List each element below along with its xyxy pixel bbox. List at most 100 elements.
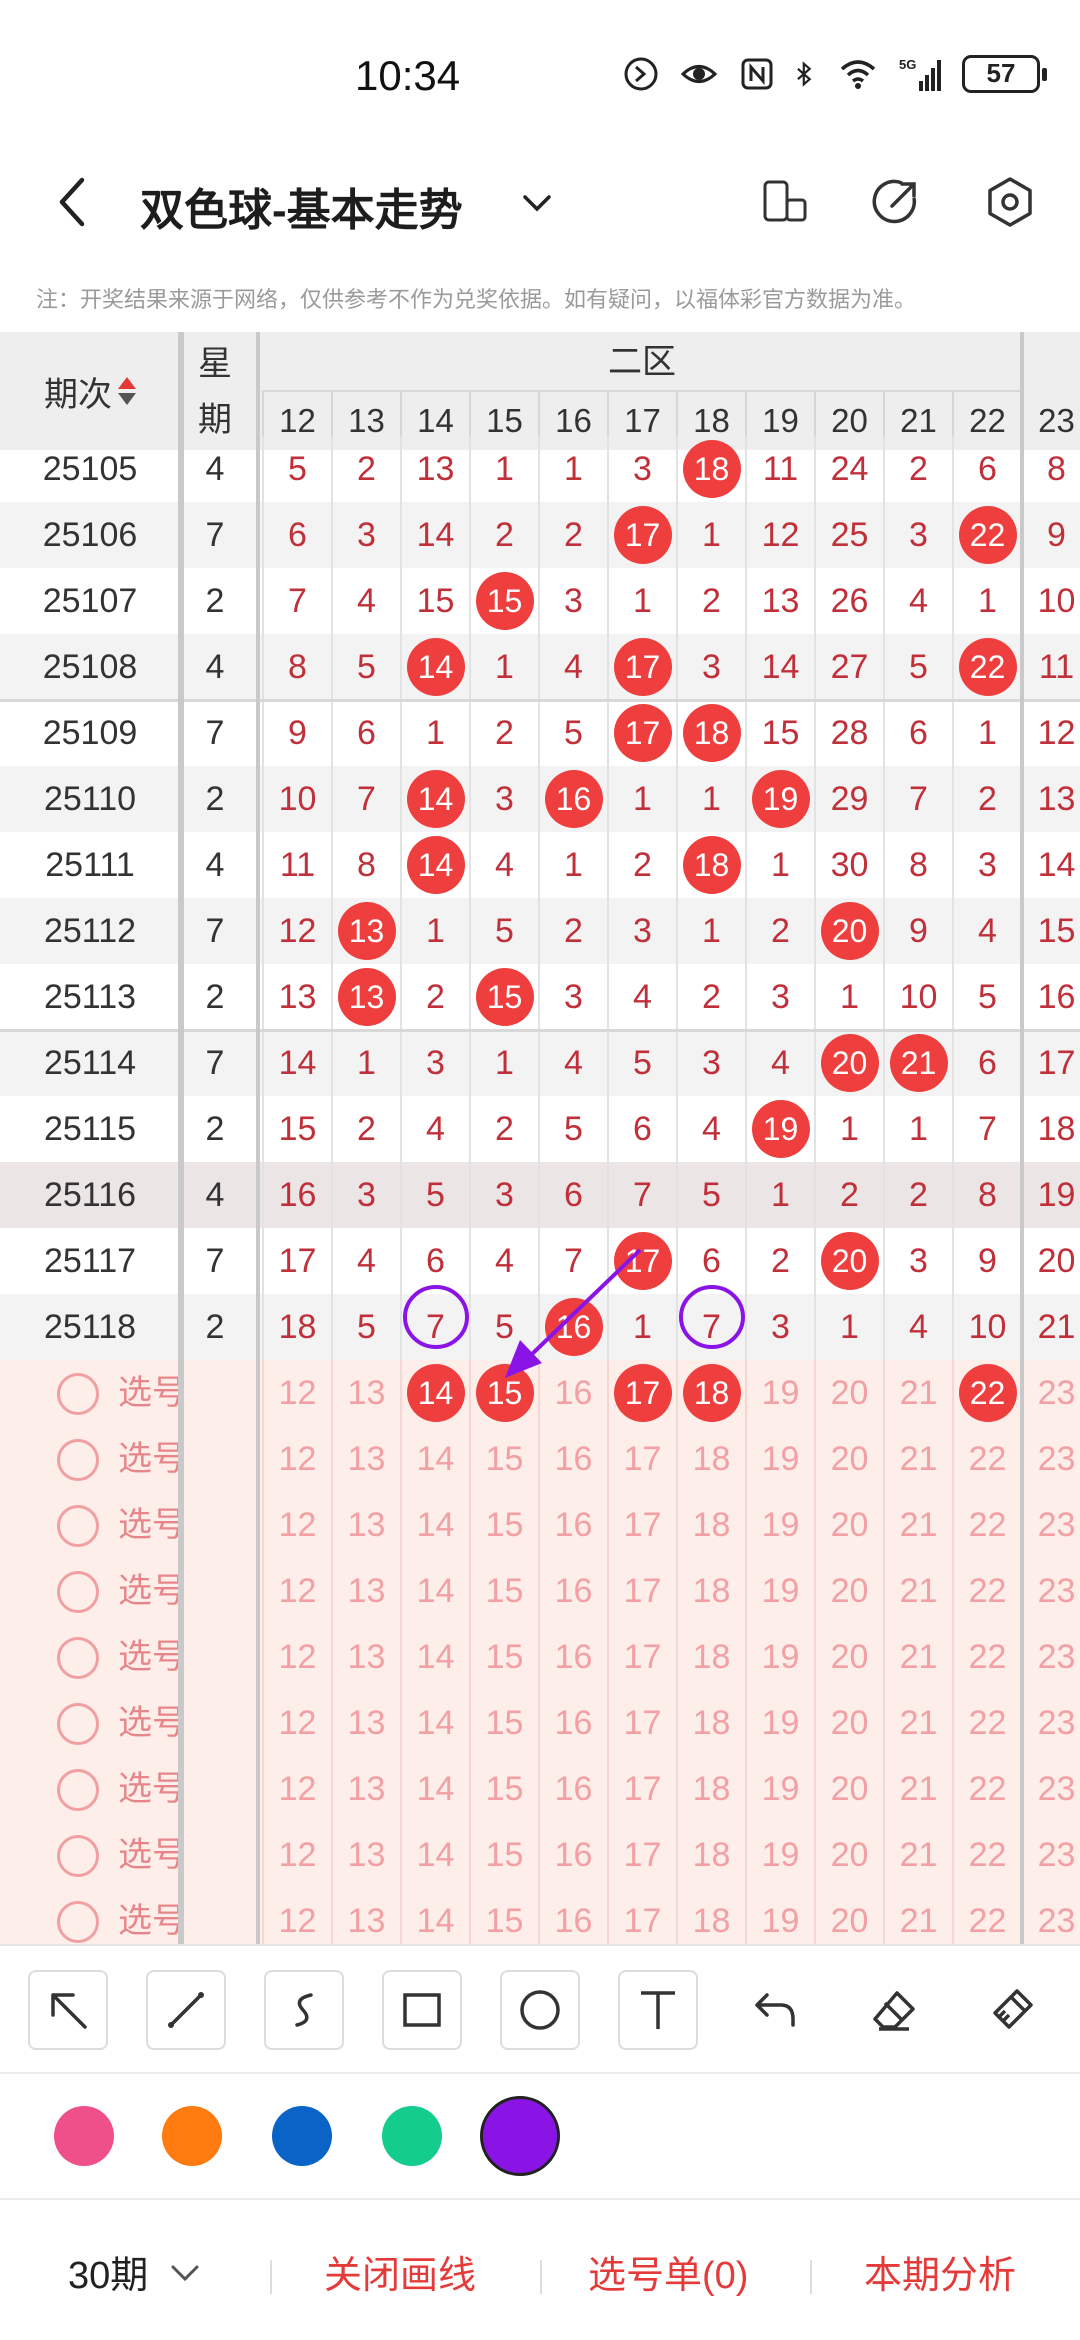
pick-number[interactable]: 22 (952, 1492, 1021, 1558)
table-row[interactable]: 25108 4 8 5 14 1 4 17 3 14 27 5 22 11 (0, 634, 1080, 700)
table-row[interactable]: 25105 4 5 2 13 1 1 3 18 11 24 2 6 8 (0, 436, 1080, 502)
pick-number[interactable]: 23 (1021, 1558, 1080, 1624)
color-swatch[interactable] (272, 2106, 332, 2166)
pick-number[interactable]: 19 (745, 1822, 814, 1888)
pick-number[interactable]: 22 (952, 1426, 1021, 1492)
pick-number[interactable]: 23 (1021, 1888, 1080, 1944)
pick-number[interactable]: 16 (538, 1426, 607, 1492)
pick-label[interactable]: 选号 (118, 1426, 186, 1492)
pick-radio[interactable] (57, 1835, 99, 1877)
pick-radio[interactable] (57, 1505, 99, 1547)
pick-number[interactable]: 15 (469, 1624, 538, 1690)
pick-number[interactable]: 18 (676, 1624, 745, 1690)
pick-number[interactable]: 17 (607, 1822, 676, 1888)
table-row[interactable]: 25117 7 17 4 6 4 7 17 6 2 20 3 9 20 (0, 1228, 1080, 1294)
pick-label[interactable]: 选号 (118, 1822, 186, 1888)
clear-tool[interactable] (972, 1970, 1052, 2050)
circle-tool[interactable] (500, 1970, 580, 2050)
pick-number[interactable]: 21 (883, 1558, 952, 1624)
pick-number[interactable]: 14 (400, 1492, 469, 1558)
text-tool[interactable] (618, 1970, 698, 2050)
pick-number[interactable]: 14 (400, 1624, 469, 1690)
table-row[interactable]: 25114 7 14 1 3 1 4 5 3 4 20 21 6 17 (0, 1030, 1080, 1096)
pick-number[interactable]: 18 (676, 1822, 745, 1888)
pick-number[interactable]: 20 (814, 1624, 883, 1690)
pick-number[interactable]: 16 (538, 1360, 607, 1426)
pick-number[interactable]: 17 (607, 1888, 676, 1944)
pick-number[interactable]: 16 (538, 1690, 607, 1756)
pick-number[interactable]: 15 (469, 1888, 538, 1944)
pick-label[interactable]: 选号 (118, 1492, 186, 1558)
pick-number[interactable]: 23 (1021, 1624, 1080, 1690)
pick-number[interactable]: 21 (883, 1426, 952, 1492)
pick-number[interactable]: 14 (400, 1888, 469, 1944)
pick-number[interactable]: 23 (1021, 1426, 1080, 1492)
pick-number[interactable]: 15 (469, 1756, 538, 1822)
pick-number[interactable]: 14 (400, 1558, 469, 1624)
pick-number[interactable]: 19 (745, 1492, 814, 1558)
pick-number[interactable]: 19 (745, 1888, 814, 1944)
period-analysis-button[interactable]: 本期分析 (864, 2244, 1016, 2299)
pick-number[interactable]: 20 (814, 1426, 883, 1492)
pick-number[interactable]: 13 (331, 1822, 400, 1888)
selected-number-ball[interactable]: 22 (958, 1364, 1017, 1422)
pick-radio[interactable] (57, 1439, 99, 1481)
line-tool[interactable] (146, 1970, 226, 2050)
pick-label[interactable]: 选号 (118, 1624, 186, 1690)
pick-radio[interactable] (57, 1637, 99, 1679)
pick-number[interactable]: 15 (469, 1426, 538, 1492)
selected-number-ball[interactable]: 15 (475, 1364, 534, 1422)
pick-number[interactable]: 13 (331, 1756, 400, 1822)
pick-number[interactable]: 14 (400, 1426, 469, 1492)
pick-number[interactable]: 21 (883, 1624, 952, 1690)
color-swatch[interactable] (54, 2106, 114, 2166)
pick-number[interactable]: 21 (883, 1360, 952, 1426)
chevron-down-icon[interactable] (518, 184, 556, 222)
pick-number[interactable]: 16 (538, 1888, 607, 1944)
pick-number[interactable]: 15 (469, 1690, 538, 1756)
pick-number[interactable]: 13 (331, 1888, 400, 1944)
rect-tool[interactable] (382, 1970, 462, 2050)
color-swatch[interactable] (480, 2096, 560, 2176)
eraser-tool[interactable] (854, 1970, 934, 2050)
pick-number[interactable]: 19 (745, 1624, 814, 1690)
table-row[interactable]: 25115 2 15 2 4 2 5 6 4 19 1 1 7 18 (0, 1096, 1080, 1162)
pick-number[interactable]: 17 (607, 1624, 676, 1690)
pick-number[interactable]: 17 (607, 1690, 676, 1756)
pick-number[interactable]: 22 (952, 1624, 1021, 1690)
pick-number[interactable]: 16 (538, 1558, 607, 1624)
color-swatch[interactable] (382, 2106, 442, 2166)
pick-number[interactable]: 19 (745, 1360, 814, 1426)
table-row[interactable]: 25118 2 18 5 7 5 16 1 7 3 1 4 10 21 (0, 1294, 1080, 1360)
pick-number[interactable]: 20 (814, 1360, 883, 1426)
pick-number[interactable]: 12 (262, 1360, 331, 1426)
pick-number[interactable]: 21 (883, 1822, 952, 1888)
pick-number[interactable]: 22 (952, 1756, 1021, 1822)
period-column-header[interactable]: 期次 (0, 332, 180, 450)
pick-number[interactable]: 15 (469, 1492, 538, 1558)
pick-number[interactable]: 17 (607, 1360, 676, 1426)
pick-number[interactable]: 18 (676, 1558, 745, 1624)
pick-radio[interactable] (57, 1373, 99, 1415)
pick-number[interactable]: 19 (745, 1558, 814, 1624)
pick-number[interactable]: 23 (1021, 1492, 1080, 1558)
pick-number[interactable]: 21 (883, 1492, 952, 1558)
chevron-down-icon[interactable] (168, 2258, 202, 2288)
pick-number[interactable]: 22 (952, 1690, 1021, 1756)
pick-number[interactable]: 12 (262, 1624, 331, 1690)
table-row[interactable]: 25109 7 9 6 1 2 5 17 18 15 28 6 1 12 (0, 700, 1080, 766)
pick-number[interactable]: 22 (952, 1558, 1021, 1624)
pick-label[interactable]: 选号 (118, 1888, 186, 1944)
pick-label[interactable]: 选号 (118, 1360, 186, 1426)
pick-number[interactable]: 18 (676, 1888, 745, 1944)
pick-number[interactable]: 22 (952, 1360, 1021, 1426)
period-selector[interactable]: 30期 (68, 2244, 148, 2299)
pick-number[interactable]: 22 (952, 1822, 1021, 1888)
pick-number[interactable]: 19 (745, 1756, 814, 1822)
table-row[interactable]: 25111 4 11 8 14 4 1 2 18 1 30 8 3 14 (0, 832, 1080, 898)
pick-radio[interactable] (57, 1901, 99, 1943)
pick-number[interactable]: 13 (331, 1558, 400, 1624)
pick-number[interactable]: 18 (676, 1360, 745, 1426)
pick-radio[interactable] (57, 1571, 99, 1613)
pick-number[interactable]: 23 (1021, 1822, 1080, 1888)
